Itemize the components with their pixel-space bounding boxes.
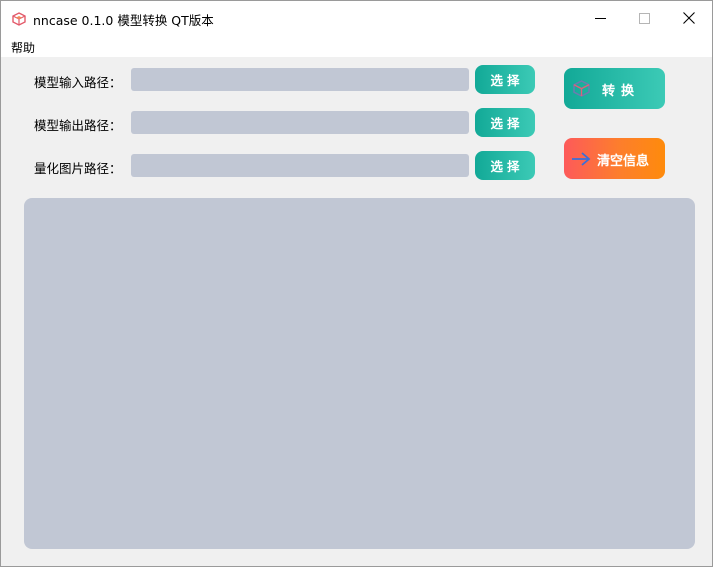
model-input-path-label: 模型输入路径： bbox=[34, 75, 122, 90]
minimize-icon bbox=[594, 9, 606, 28]
select-model-input-button[interactable]: 选择 bbox=[475, 65, 535, 94]
menu-item-help[interactable]: 帮助 bbox=[11, 39, 35, 56]
app-window: nncase 0.1.0 模型转换 QT版本 帮助 模型输入路径： 选择 模型输… bbox=[0, 0, 713, 567]
menu-bar: 帮助 bbox=[1, 35, 712, 57]
arrow-right-icon bbox=[571, 151, 591, 167]
quant-image-path-field[interactable] bbox=[131, 154, 469, 177]
convert-label: 转换 bbox=[602, 84, 641, 99]
close-icon bbox=[683, 9, 695, 28]
convert-button[interactable]: 转换 bbox=[564, 68, 665, 109]
clear-info-label: 清空信息 bbox=[597, 154, 650, 169]
model-input-path-field[interactable] bbox=[131, 68, 469, 91]
clear-info-button[interactable]: 清空信息 bbox=[564, 138, 665, 179]
select-model-output-button[interactable]: 选择 bbox=[475, 108, 535, 137]
model-output-path-label: 模型输出路径： bbox=[34, 118, 122, 133]
close-button[interactable] bbox=[666, 1, 712, 35]
maximize-icon bbox=[638, 9, 650, 28]
title-bar[interactable]: nncase 0.1.0 模型转换 QT版本 bbox=[1, 1, 712, 35]
window-title: nncase 0.1.0 模型转换 QT版本 bbox=[33, 13, 214, 28]
select-quant-image-button[interactable]: 选择 bbox=[475, 151, 535, 180]
nncase-cube-icon bbox=[12, 11, 26, 26]
model-output-path-field[interactable] bbox=[131, 111, 469, 134]
maximize-button[interactable] bbox=[621, 1, 667, 35]
info-output-area[interactable] bbox=[24, 198, 695, 549]
quant-image-path-label: 量化图片路径： bbox=[34, 161, 122, 176]
cube-icon bbox=[573, 80, 590, 97]
minimize-button[interactable] bbox=[577, 1, 623, 35]
